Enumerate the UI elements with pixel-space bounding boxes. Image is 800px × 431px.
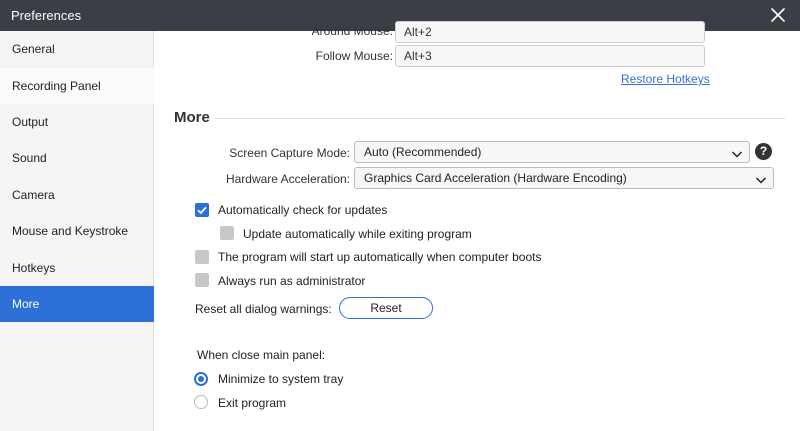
auto-check-updates-checkbox[interactable]	[195, 203, 209, 217]
help-icon[interactable]: ?	[755, 143, 772, 160]
start-on-boot-label[interactable]: The program will start up automatically …	[218, 250, 541, 264]
run-as-admin-label[interactable]: Always run as administrator	[218, 274, 365, 288]
start-on-boot-checkbox[interactable]	[195, 250, 209, 264]
section-title-more: More	[174, 109, 210, 126]
sidebar-item-more[interactable]: More	[0, 286, 154, 322]
update-on-exit-checkbox[interactable]	[220, 226, 234, 240]
reset-warnings-label: Reset all dialog warnings:	[195, 302, 332, 316]
around-mouse-hotkey-field[interactable]: Alt+2	[395, 21, 705, 43]
screen-capture-mode-value: Auto (Recommended)	[364, 145, 482, 159]
sidebar-item-general[interactable]: General	[0, 31, 154, 67]
run-as-admin-checkbox[interactable]	[195, 273, 209, 287]
update-on-exit-label[interactable]: Update automatically while exiting progr…	[243, 227, 472, 241]
reset-button[interactable]: Reset	[339, 297, 433, 319]
close-icon[interactable]	[770, 7, 786, 23]
hardware-acceleration-value: Graphics Card Acceleration (Hardware Enc…	[364, 171, 627, 185]
restore-hotkeys-link[interactable]: Restore Hotkeys	[621, 72, 710, 86]
follow-mouse-hotkey-field[interactable]: Alt+3	[395, 45, 705, 67]
hardware-acceleration-label: Hardware Acceleration:	[225, 172, 350, 186]
auto-check-updates-label[interactable]: Automatically check for updates	[218, 203, 387, 217]
exit-program-label[interactable]: Exit program	[218, 396, 286, 410]
screen-capture-mode-label: Screen Capture Mode:	[229, 146, 350, 160]
chevron-down-icon	[731, 146, 743, 158]
sidebar-item-mouse-and-keystroke[interactable]: Mouse and Keystroke	[0, 213, 154, 249]
follow-mouse-label: Follow Mouse:	[315, 49, 393, 63]
hardware-acceleration-select[interactable]: Graphics Card Acceleration (Hardware Enc…	[354, 167, 774, 189]
around-mouse-label: Around Mouse:	[311, 24, 393, 38]
sidebar-item-output[interactable]: Output	[0, 104, 154, 140]
minimize-to-tray-radio[interactable]	[194, 372, 208, 386]
screen-capture-mode-select[interactable]: Auto (Recommended)	[354, 141, 750, 163]
close-panel-label: When close main panel:	[197, 348, 326, 362]
settings-panel: Around Mouse: Alt+2 Follow Mouse: Alt+3 …	[155, 21, 800, 431]
sidebar: General Recording Panel Output Sound Cam…	[0, 31, 154, 431]
sidebar-item-camera[interactable]: Camera	[0, 177, 154, 213]
minimize-to-tray-label[interactable]: Minimize to system tray	[218, 372, 343, 386]
exit-program-radio[interactable]	[194, 395, 208, 409]
section-divider	[215, 118, 785, 119]
sidebar-item-recording-panel[interactable]: Recording Panel	[0, 68, 154, 104]
chevron-down-icon	[755, 172, 767, 184]
window-title: Preferences	[11, 8, 82, 23]
sidebar-item-hotkeys[interactable]: Hotkeys	[0, 250, 154, 286]
sidebar-item-sound[interactable]: Sound	[0, 140, 154, 176]
